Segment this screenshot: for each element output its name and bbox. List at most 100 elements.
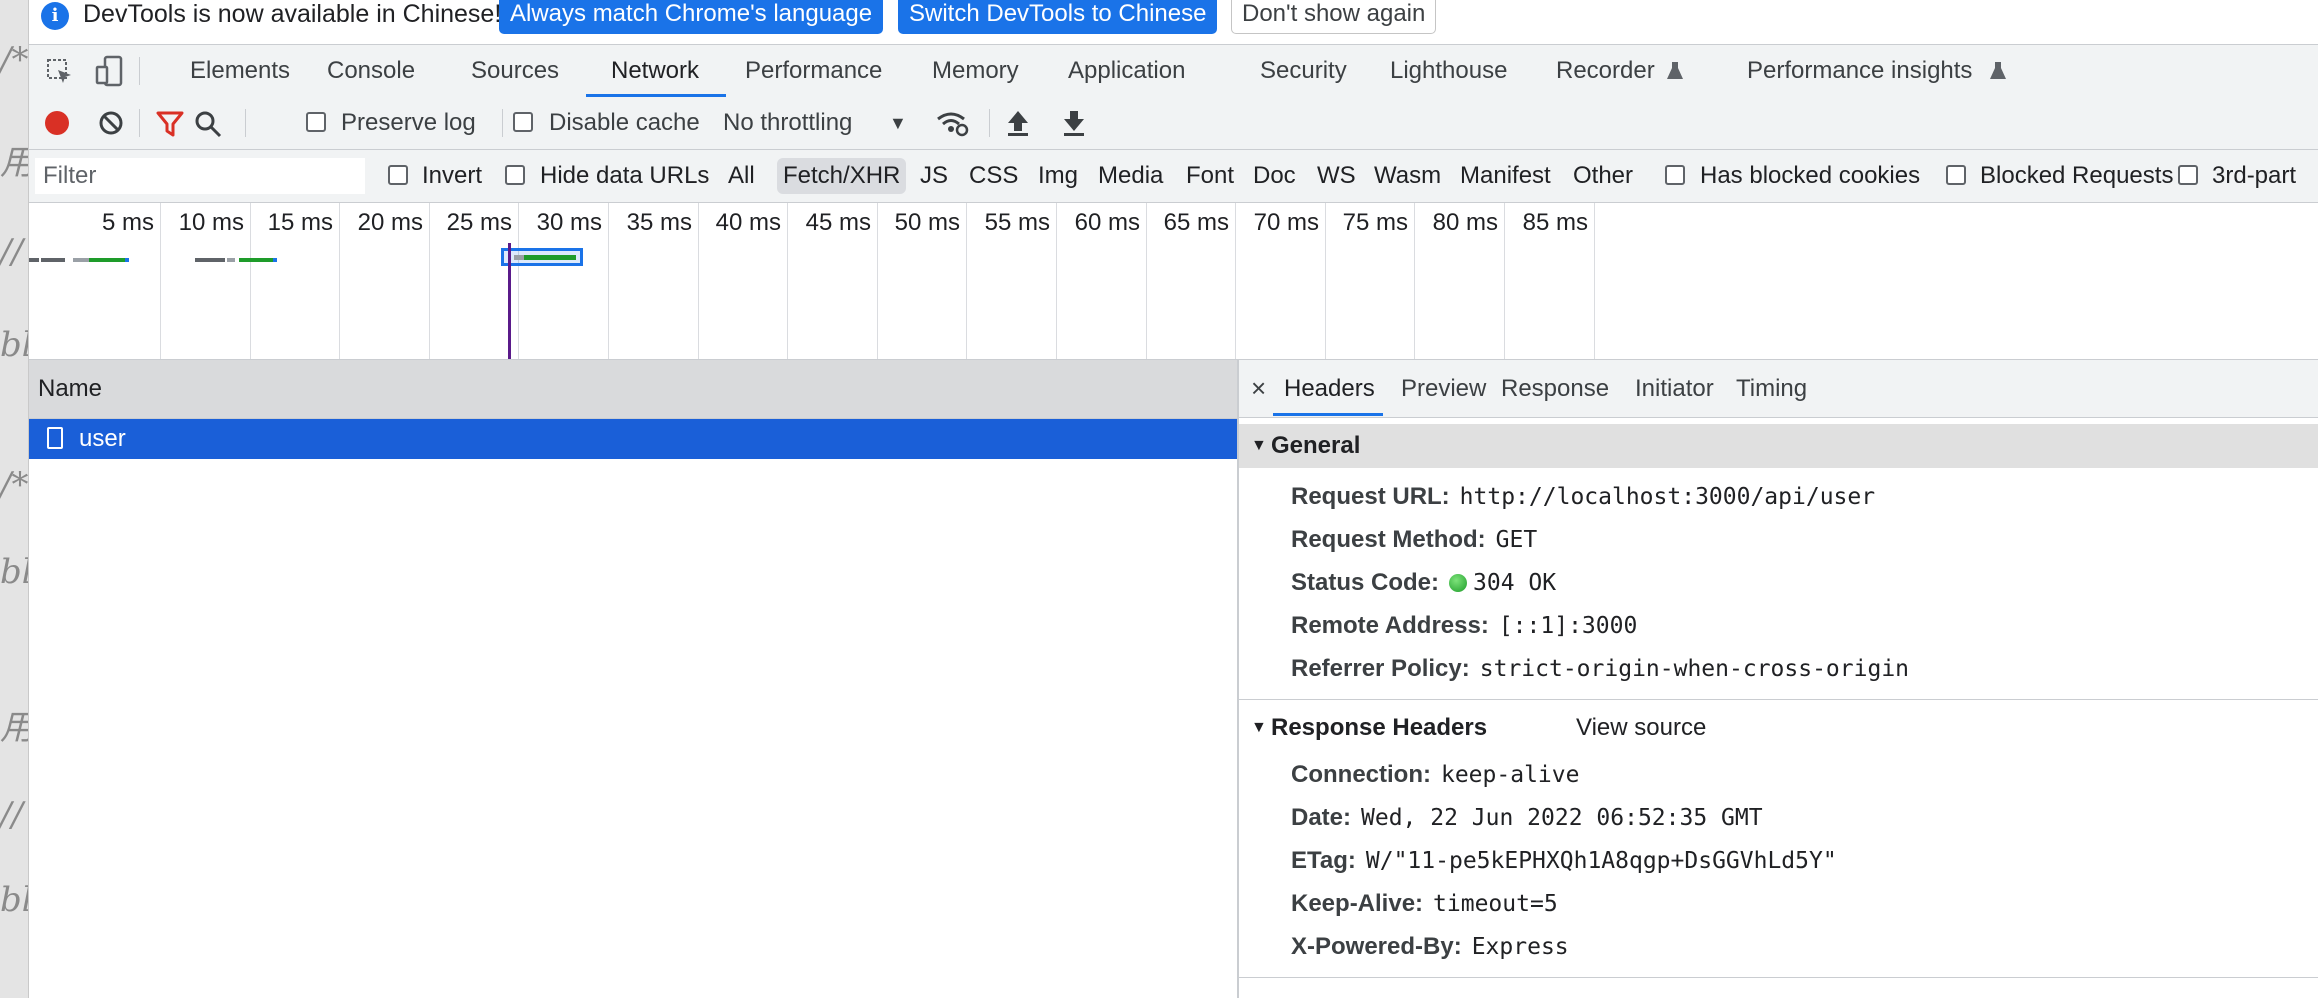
header-value: http://localhost:3000/api/user — [1459, 484, 1876, 510]
record-icon[interactable] — [43, 109, 71, 137]
header-key: Referrer Policy: — [1291, 655, 1470, 682]
invert-checkbox[interactable] — [388, 165, 408, 185]
import-har-icon[interactable] — [1005, 109, 1031, 137]
filter-type-doc[interactable]: Doc — [1253, 150, 1296, 202]
tab-sources[interactable]: Sources — [471, 45, 559, 97]
disable-cache-checkbox[interactable] — [513, 112, 533, 132]
toolbar-divider — [502, 109, 503, 137]
device-toolbar-icon[interactable] — [95, 55, 125, 87]
section-title: Response Headers — [1271, 714, 1488, 741]
tab-performance-insights[interactable]: Performance insights — [1747, 45, 1972, 97]
close-icon[interactable]: × — [1251, 360, 1266, 417]
inspect-element-icon[interactable] — [45, 57, 75, 87]
header-row: Keep-Alive: timeout=5 — [1291, 889, 1558, 919]
third-party-checkbox[interactable] — [2178, 165, 2198, 185]
header-key: Date: — [1291, 804, 1352, 831]
search-icon[interactable] — [193, 109, 223, 139]
tab-response[interactable]: Response — [1501, 360, 1609, 417]
preserve-log-checkbox[interactable] — [306, 112, 326, 132]
header-row: Remote Address: [::1]:3000 — [1291, 611, 1637, 641]
tab-preview[interactable]: Preview — [1401, 360, 1486, 417]
filter-type-fetch-xhr[interactable]: Fetch/XHR — [777, 158, 907, 194]
header-key: Connection: — [1291, 761, 1431, 788]
filter-input[interactable] — [35, 158, 365, 194]
clear-icon[interactable] — [97, 109, 125, 137]
detail-tab-bar: × Headers Preview Response Initiator Tim… — [1239, 360, 2318, 418]
request-name: user — [79, 425, 126, 452]
tab-security[interactable]: Security — [1260, 45, 1347, 97]
filter-type-other[interactable]: Other — [1573, 150, 1633, 202]
header-row: ETag: W/"11-pe5kEPHXQh1A8qgp+DsGGVhLd5Y" — [1291, 846, 1837, 876]
tab-elements[interactable]: Elements — [190, 45, 290, 97]
request-bar — [273, 258, 277, 262]
header-key: Request URL: — [1291, 483, 1450, 510]
active-tab-indicator — [1273, 413, 1383, 416]
tab-lighthouse[interactable]: Lighthouse — [1390, 45, 1507, 97]
response-headers-section-header[interactable]: ▼ Response Headers View source — [1239, 706, 2318, 750]
section-divider — [1239, 977, 2318, 978]
info-icon: i — [41, 2, 69, 30]
request-bar — [41, 258, 65, 262]
header-value: timeout=5 — [1433, 891, 1558, 917]
overview-gridline — [1594, 203, 1595, 359]
has-blocked-cookies-checkbox[interactable] — [1665, 165, 1685, 185]
filter-type-css[interactable]: CSS — [969, 150, 1018, 202]
section-divider — [1239, 699, 2318, 700]
tab-performance[interactable]: Performance — [745, 45, 882, 97]
filter-type-all[interactable]: All — [728, 150, 755, 202]
table-row[interactable]: user — [29, 419, 1237, 459]
tab-recorder[interactable]: Recorder — [1556, 45, 1655, 97]
tab-memory[interactable]: Memory — [932, 45, 1019, 97]
code-fragment: bl — [0, 880, 28, 920]
filter-type-img[interactable]: Img — [1038, 150, 1078, 202]
filter-type-ws[interactable]: WS — [1317, 150, 1356, 202]
code-fragment: bl — [0, 552, 28, 592]
filter-bar: Invert Hide data URLs All Fetch/XHR JS C… — [29, 150, 2318, 203]
selected-request-bar[interactable] — [501, 248, 583, 266]
blocked-requests-checkbox[interactable] — [1946, 165, 1966, 185]
header-row: Request Method: GET — [1291, 525, 1537, 555]
header-value: strict-origin-when-cross-origin — [1479, 656, 1910, 682]
third-party-label: 3rd-part — [2212, 162, 2297, 189]
request-bar — [125, 258, 129, 262]
tab-network[interactable]: Network — [611, 45, 699, 97]
tab-timing[interactable]: Timing — [1736, 360, 1807, 417]
filter-icon[interactable] — [155, 109, 185, 139]
header-key: Remote Address: — [1291, 612, 1489, 639]
view-source-link[interactable]: View source — [1576, 706, 1706, 750]
status-success-icon — [1449, 574, 1468, 592]
tab-application[interactable]: Application — [1068, 45, 1185, 97]
header-value: GET — [1495, 527, 1538, 553]
tab-initiator[interactable]: Initiator — [1635, 360, 1714, 417]
tab-headers[interactable]: Headers — [1284, 360, 1375, 417]
has-blocked-cookies-label: Has blocked cookies — [1700, 162, 1921, 189]
name-column-header[interactable]: Name — [29, 360, 1237, 419]
always-match-language-button[interactable]: Always match Chrome's language — [499, 0, 884, 34]
filter-type-font[interactable]: Font — [1186, 150, 1234, 202]
throttling-select[interactable]: No throttling — [723, 97, 852, 149]
filter-type-js[interactable]: JS — [920, 150, 948, 202]
switch-to-chinese-button[interactable]: Switch DevTools to Chinese — [898, 0, 1218, 34]
code-fragment: /* — [0, 465, 28, 505]
network-conditions-icon[interactable] — [935, 107, 969, 139]
network-overview-timeline[interactable]: 5 ms 10 ms 15 ms 20 ms 25 ms 30 ms 35 ms 40 ms 4… — [29, 203, 2318, 360]
document-icon — [47, 427, 63, 449]
column-header-label: Name — [38, 375, 103, 402]
toolbar-divider — [139, 109, 140, 137]
general-section-header[interactable]: ▼ General — [1239, 424, 2318, 468]
tab-console[interactable]: Console — [327, 45, 415, 97]
main-tab-bar: Elements Console Sources Network Perform… — [29, 44, 2318, 98]
devtools-window: i DevTools is now available in Chinese! … — [28, 0, 2318, 998]
overview-tick-label: 85 ms — [1522, 209, 1588, 236]
code-fragment: 用 — [0, 135, 28, 184]
header-value: 304 OK — [1473, 570, 1557, 596]
header-key: Request Method: — [1291, 526, 1486, 553]
dont-show-again-button[interactable]: Don't show again — [1231, 0, 1437, 34]
export-har-icon[interactable] — [1061, 109, 1087, 137]
code-fragment: 用 — [0, 700, 28, 749]
filter-type-manifest[interactable]: Manifest — [1460, 150, 1551, 202]
filter-type-wasm[interactable]: Wasm — [1374, 150, 1441, 202]
filter-type-media[interactable]: Media — [1098, 150, 1163, 202]
header-row: Status Code: 304 OK — [1291, 568, 1556, 598]
hide-data-urls-checkbox[interactable] — [505, 165, 525, 185]
